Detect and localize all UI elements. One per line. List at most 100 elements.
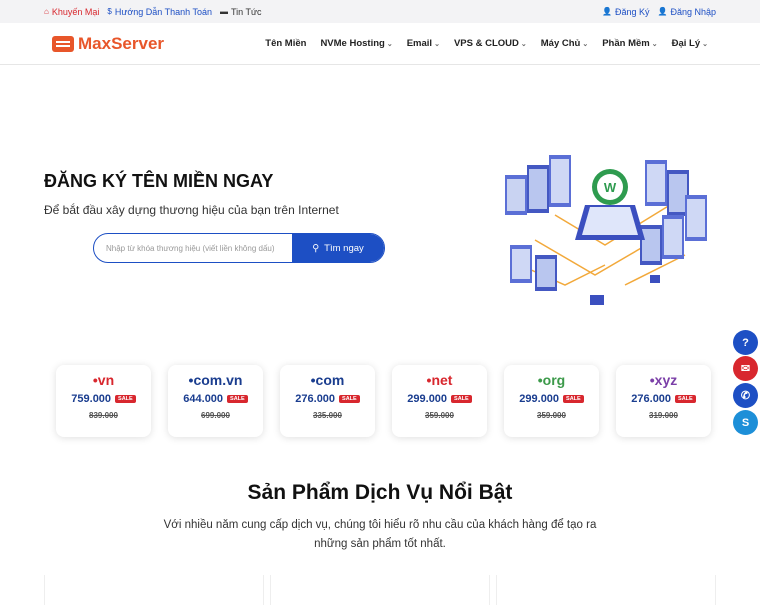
domain-extension: •xyz — [649, 372, 678, 388]
domain-extension: •net — [426, 372, 453, 388]
logo[interactable]: MaxServer — [52, 34, 164, 54]
nav-item-label: Máy Chủ — [540, 38, 581, 49]
dollar-icon: $ — [107, 7, 112, 16]
nav-item-label: Email — [406, 38, 433, 49]
domain-search: ⚲ Tìm ngay — [93, 233, 385, 263]
old-price: 839.000 — [89, 411, 118, 420]
search-button[interactable]: ⚲ Tìm ngay — [292, 234, 384, 262]
question-icon: ? — [742, 336, 749, 349]
sale-badge: SALE — [227, 395, 248, 403]
old-price: 335.000 — [313, 411, 342, 420]
product-card[interactable] — [44, 575, 264, 605]
search-icon: ⚲ — [312, 242, 320, 254]
login-link[interactable]: 👤 Đăng Nhập — [657, 7, 716, 17]
hero-section: ĐĂNG KÝ TÊN MIỀN NGAY Để bắt đầu xây dựn… — [0, 65, 760, 355]
domain-price: 299.000 — [519, 393, 560, 405]
payment-guide-link[interactable]: $ Hướng Dẫn Thanh Toán — [107, 7, 212, 17]
domain-price: 299.000 — [407, 393, 448, 405]
nav-item-label: Đại Lý — [671, 38, 701, 49]
home-icon: ⌂ — [44, 7, 49, 16]
chevron-down-icon: ⌄ — [386, 40, 393, 48]
old-price: 359.000 — [425, 411, 454, 420]
news-link[interactable]: ▬ Tin Tức — [220, 7, 262, 17]
help-button[interactable]: ? — [733, 330, 758, 355]
phone-button[interactable]: ✆ — [733, 383, 758, 408]
price-row: 299.000 SALE — [519, 393, 584, 405]
domain-price: 276.000 — [295, 393, 336, 405]
sale-badge: SALE — [451, 395, 472, 403]
nav-item[interactable]: Tên Miền — [265, 38, 306, 49]
domain-extension: •com.vn — [188, 372, 243, 388]
chevron-down-icon: ⌄ — [520, 40, 527, 48]
search-button-label: Tìm ngay — [324, 242, 364, 254]
domain-card[interactable]: •com 276.000 SALE 335.000 — [280, 365, 375, 437]
product-card[interactable] — [270, 575, 490, 605]
domain-extension: •org — [537, 372, 566, 388]
domain-extension: •com — [310, 372, 345, 388]
old-price: 699.000 — [201, 411, 230, 420]
nav-item[interactable]: VPS & CLOUD ⌄ — [454, 38, 527, 49]
server-logo-icon — [52, 35, 74, 52]
chevron-down-icon: ⌄ — [582, 40, 589, 48]
domain-card[interactable]: •org 299.000 SALE 359.000 — [504, 365, 599, 437]
user-icon: 👤 — [657, 7, 668, 16]
skype-icon: S — [741, 416, 750, 429]
user-plus-icon: 👤 — [601, 7, 612, 16]
top-bar-left: ⌂ Khuyến Mại $ Hướng Dẫn Thanh Toán ▬ Ti… — [44, 7, 262, 17]
chevron-down-icon: ⌄ — [702, 40, 708, 48]
domain-price: 276.000 — [631, 393, 672, 405]
login-label: Đăng Nhập — [670, 6, 716, 17]
old-price: 319.000 — [649, 411, 678, 420]
phone-icon: ✆ — [740, 390, 751, 402]
newspaper-icon: ▬ — [220, 7, 228, 16]
news-label: Tin Tức — [231, 6, 262, 17]
top-bar-right: 👤 Đăng Ký 👤 Đăng Nhập — [602, 7, 716, 17]
hero-title: ĐĂNG KÝ TÊN MIỀN NGAY — [44, 171, 274, 191]
nav-item[interactable]: Máy Chủ ⌄ — [541, 38, 588, 49]
hero-subtitle: Để bắt đầu xây dựng thương hiệu của bạn … — [44, 203, 339, 217]
domain-search-input[interactable] — [94, 234, 292, 262]
domain-extension: •vn — [92, 372, 115, 388]
domain-price-list: •vn 759.000 SALE 839.000 •com.vn 644.000 SALE 6… — [56, 365, 711, 437]
price-row: 276.000 SALE — [631, 393, 696, 405]
price-row: 759.000 SALE — [71, 393, 136, 405]
product-cards-row — [44, 575, 716, 605]
chevron-down-icon: ⌄ — [651, 40, 658, 48]
domain-card[interactable]: •com.vn 644.000 SALE 699.000 — [168, 365, 263, 437]
featured-section-title: Sản Phẩm Dịch Vụ Nổi Bật — [247, 481, 513, 504]
top-bar: ⌂ Khuyến Mại $ Hướng Dẫn Thanh Toán ▬ Ti… — [0, 0, 760, 23]
featured-section-description: Với nhiều năm cung cấp dịch vụ, chúng tô… — [163, 519, 597, 550]
domain-card[interactable]: •vn 759.000 SALE 839.000 — [56, 365, 151, 437]
logo-text: MaxServer — [78, 33, 165, 53]
main-header: MaxServer Tên Miền NVMe Hosting ⌄ Email ⌄ VPS… — [0, 23, 760, 65]
register-label: Đăng Ký — [614, 6, 650, 17]
email-icon: ✉ — [740, 363, 751, 375]
nav-item-label: NVMe Hosting — [320, 38, 385, 49]
old-price: 359.000 — [537, 411, 566, 420]
payment-guide-label: Hướng Dẫn Thanh Toán — [114, 6, 212, 17]
domain-card[interactable]: •net 299.000 SALE 359.000 — [392, 365, 487, 437]
svg-text:W: W — [604, 180, 617, 195]
nav-item-label: Phần Mềm — [602, 38, 650, 49]
nav-item[interactable]: Đại Lý ⌄ — [672, 38, 708, 49]
skype-button[interactable]: S — [733, 410, 758, 435]
domain-card[interactable]: •xyz 276.000 SALE 319.000 — [616, 365, 711, 437]
nav-item[interactable]: NVMe Hosting ⌄ — [320, 38, 392, 49]
price-row: 276.000 SALE — [295, 393, 360, 405]
product-card[interactable] — [496, 575, 716, 605]
main-nav: Tên Miền NVMe Hosting ⌄ Email ⌄ VPS & CLOUD ⌄ M… — [265, 38, 708, 49]
sale-badge: SALE — [675, 395, 696, 403]
domain-price: 759.000 — [71, 393, 112, 405]
price-row: 299.000 SALE — [407, 393, 472, 405]
chevron-down-icon: ⌄ — [434, 40, 440, 48]
nav-item[interactable]: Phần Mềm ⌄ — [602, 38, 657, 49]
price-row: 644.000 SALE — [183, 393, 248, 405]
nav-item-label: VPS & CLOUD — [453, 38, 519, 49]
nav-item[interactable]: Email ⌄ — [407, 38, 440, 49]
sale-badge: SALE — [563, 395, 584, 403]
register-link[interactable]: 👤 Đăng Ký — [602, 7, 650, 17]
email-button[interactable]: ✉ — [733, 356, 758, 381]
promo-link[interactable]: ⌂ Khuyến Mại — [44, 7, 99, 17]
server-network-illustration: W — [505, 155, 707, 305]
promo-label: Khuyến Mại — [51, 6, 100, 17]
